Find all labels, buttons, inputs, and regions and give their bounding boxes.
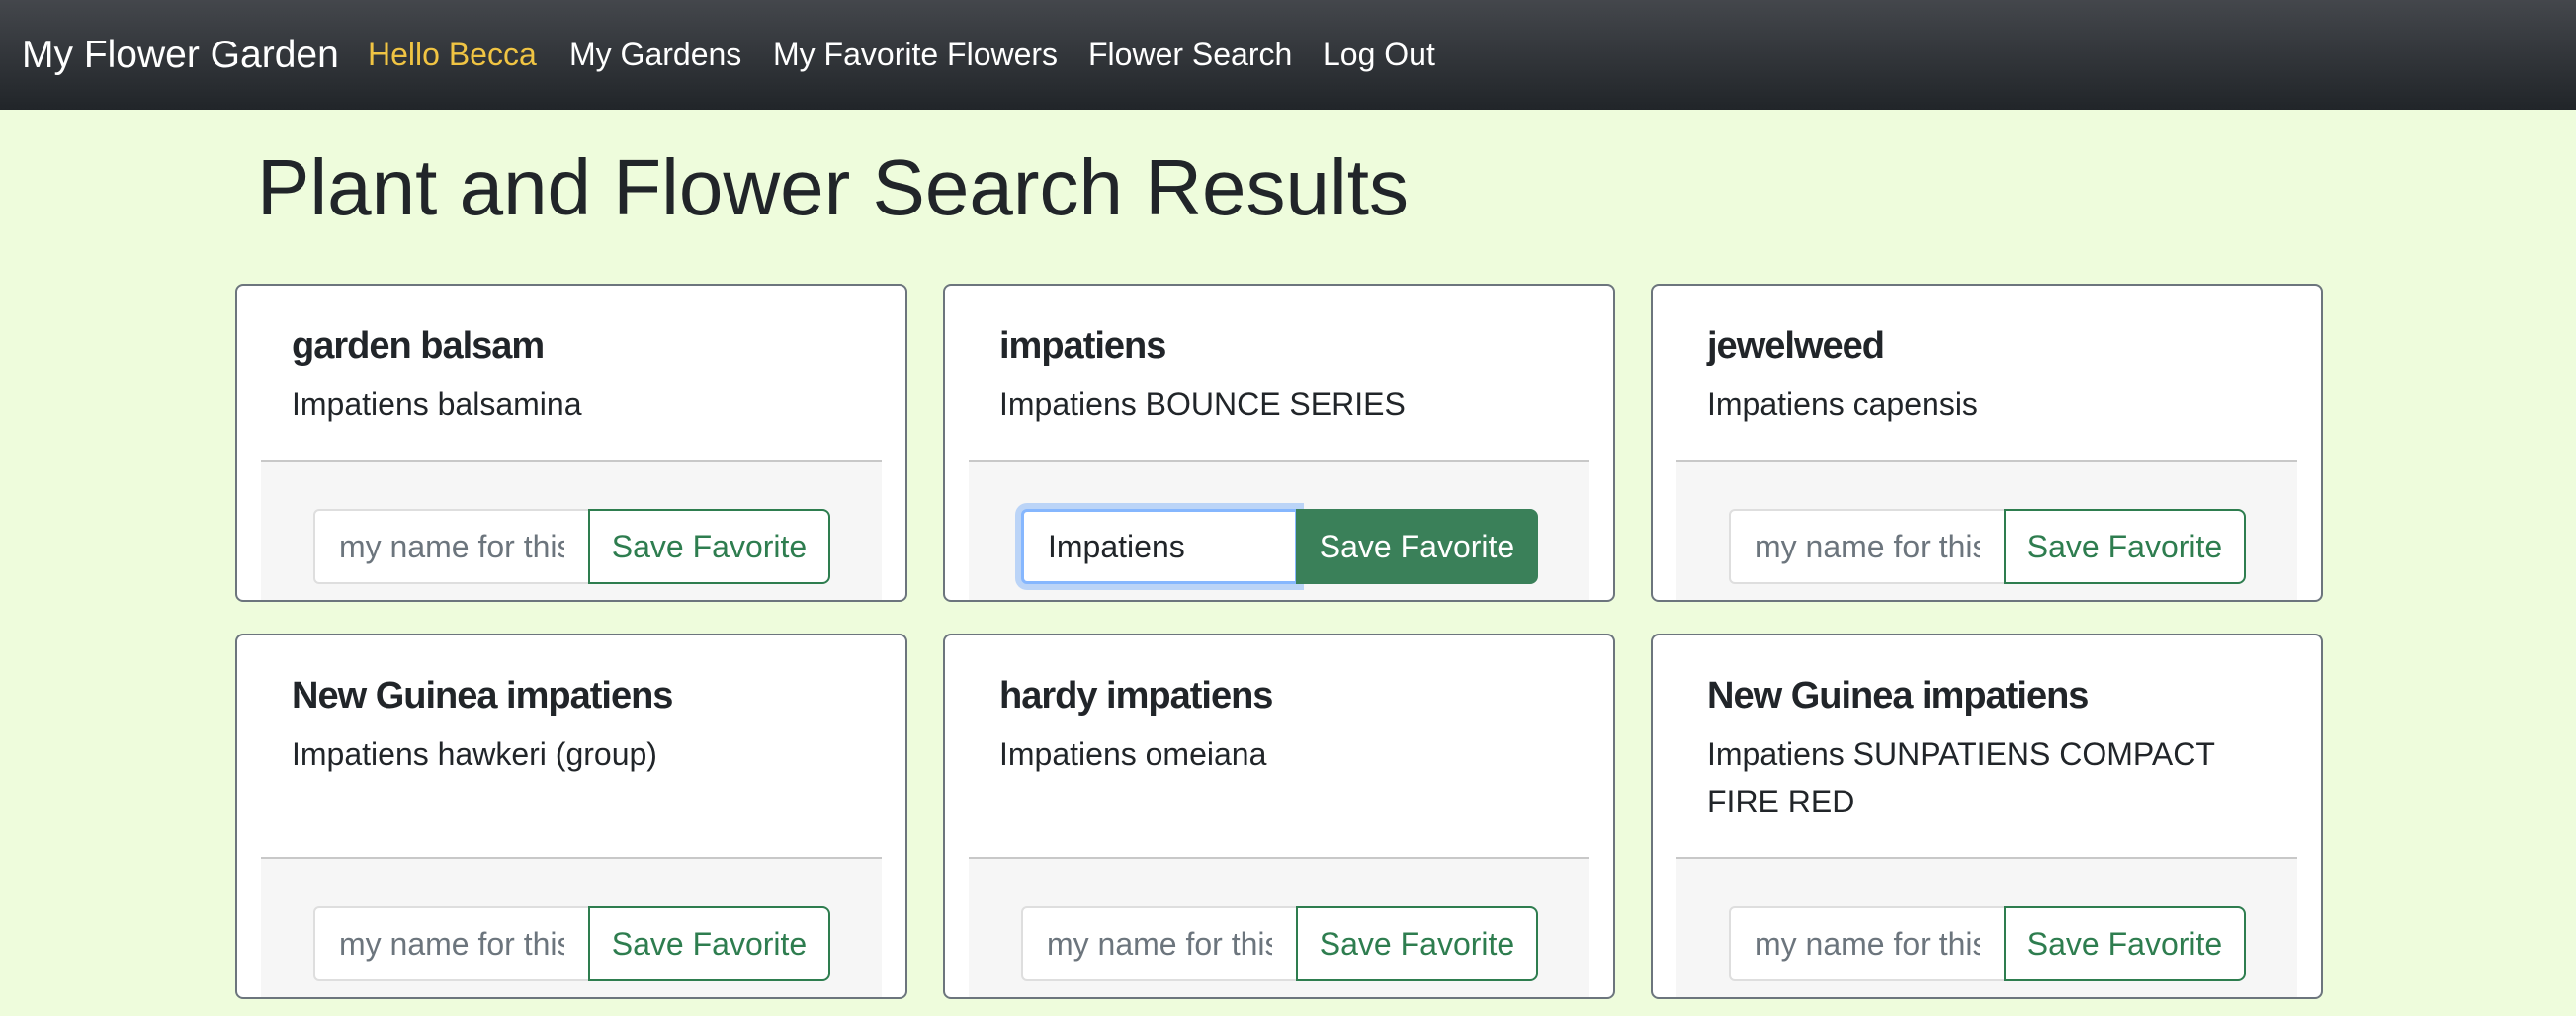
save-favorite-button[interactable]: Save Favorite [2004,906,2246,981]
flower-scientific-name: Impatiens BOUNCE SERIES [999,386,1406,422]
flower-scientific-name: Impatiens balsamina [292,386,582,422]
flower-card: New Guinea impatiens Impatiens hawkeri (… [235,634,907,999]
brand-link[interactable]: My Flower Garden [22,0,339,110]
save-favorite-button[interactable]: Save Favorite [588,906,830,981]
nav-my-gardens-link[interactable]: My Gardens [569,0,741,110]
flower-card: hardy impatiens Impatiens omeiana Save F… [943,634,1615,999]
page-title: Plant and Flower Search Results [257,143,1409,231]
flower-common-name: garden balsam [292,325,545,367]
flower-common-name: New Guinea impatiens [1707,675,2089,717]
favorite-name-input[interactable] [1729,906,2006,981]
flower-common-name: hardy impatiens [999,675,1273,717]
save-favorite-button[interactable]: Save Favorite [2004,509,2246,584]
flower-scientific-name: Impatiens capensis [1707,386,1978,422]
top-navbar: My Flower Garden Hello Becca My Gardens … [0,0,2576,110]
flower-card: New Guinea impatiens Impatiens SUNPATIEN… [1651,634,2323,999]
flower-common-name: New Guinea impatiens [292,675,673,717]
favorite-name-input[interactable] [1021,906,1298,981]
favorite-name-input[interactable] [1729,509,2006,584]
favorite-name-input[interactable] [1021,509,1298,584]
favorite-name-input[interactable] [313,906,590,981]
card-footer: Save Favorite [969,460,1589,600]
flower-card: impatiens Impatiens BOUNCE SERIES Save F… [943,284,1615,602]
flower-card: jewelweed Impatiens capensis Save Favori… [1651,284,2323,602]
card-footer: Save Favorite [969,857,1589,997]
nav-log-out-link[interactable]: Log Out [1323,0,1435,110]
save-favorite-button[interactable]: Save Favorite [1296,509,1538,584]
save-favorite-button[interactable]: Save Favorite [1296,906,1538,981]
flower-common-name: impatiens [999,325,1166,367]
nav-my-favorite-flowers-link[interactable]: My Favorite Flowers [773,0,1058,110]
flower-scientific-name: Impatiens hawkeri (group) [292,736,657,772]
card-footer: Save Favorite [1676,857,2297,997]
flower-card: garden balsam Impatiens balsamina Save F… [235,284,907,602]
card-footer: Save Favorite [1676,460,2297,600]
favorite-name-input[interactable] [313,509,590,584]
nav-flower-search-link[interactable]: Flower Search [1088,0,1292,110]
flower-scientific-name: Impatiens omeiana [999,736,1267,772]
flower-scientific-name: Impatiens SUNPATIENS COMPACT FIRE RED [1707,736,2215,819]
flower-common-name: jewelweed [1707,325,1885,367]
save-favorite-button[interactable]: Save Favorite [588,509,830,584]
nav-greeting-link[interactable]: Hello Becca [368,0,537,110]
card-footer: Save Favorite [261,460,882,600]
card-footer: Save Favorite [261,857,882,997]
